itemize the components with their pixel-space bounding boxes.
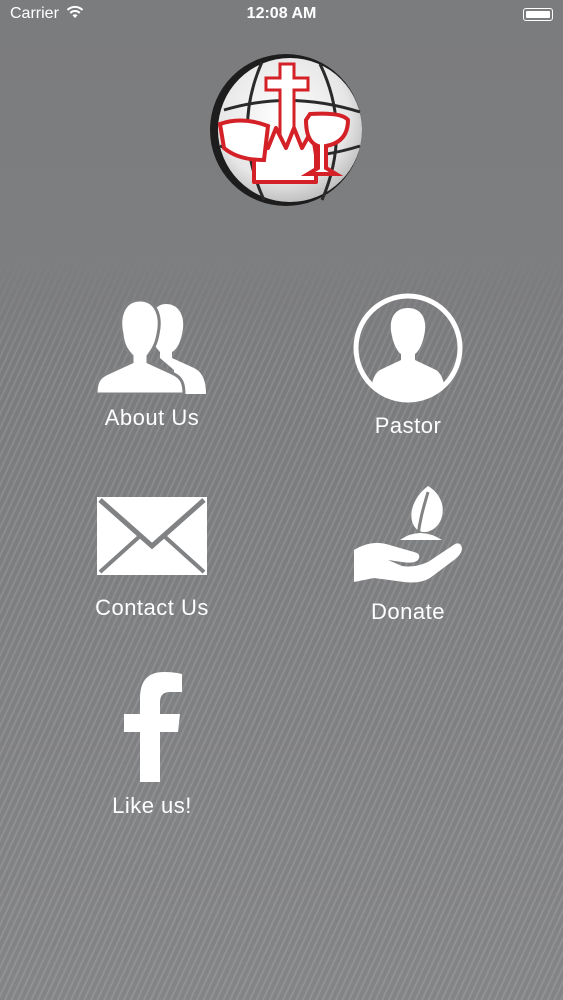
users-icon (62, 298, 242, 399)
status-bar: Carrier 12:08 AM (0, 0, 563, 30)
contact-us-label: Contact Us (95, 595, 209, 620)
about-us-label: About Us (104, 405, 200, 430)
contact-us-button[interactable]: Contact Us (62, 496, 242, 621)
church-logo (202, 50, 364, 212)
envelope-icon (62, 496, 242, 581)
hand-plant-icon (318, 482, 498, 591)
battery-icon (523, 8, 553, 21)
pastor-label: Pastor (374, 413, 442, 438)
facebook-label: Like us! (112, 793, 192, 818)
donate-button[interactable]: Donate (318, 482, 498, 625)
person-circle-icon (318, 292, 498, 409)
facebook-icon (62, 672, 242, 787)
clock: 12:08 AM (246, 5, 317, 22)
donate-label: Donate (371, 599, 445, 624)
facebook-button[interactable]: Like us! (62, 672, 242, 819)
about-us-button[interactable]: About Us (62, 298, 242, 431)
pastor-button[interactable]: Pastor (318, 292, 498, 439)
